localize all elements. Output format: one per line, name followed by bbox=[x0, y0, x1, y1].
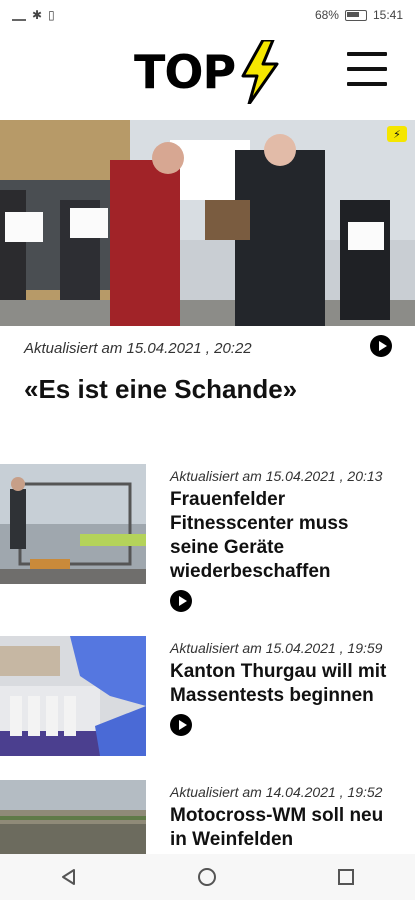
status-bar: ✱ ▯ 68% 15:41 bbox=[0, 0, 415, 30]
article-title[interactable]: Motocross-WM soll neu in Weinfelden bbox=[170, 804, 400, 852]
logo-text: TOP bbox=[134, 45, 236, 99]
article-item[interactable]: Aktualisiert am 15.04.2021 , 19:59 Kanto… bbox=[0, 636, 415, 766]
article-item[interactable]: Aktualisiert am 15.04.2021 , 20:13 Fraue… bbox=[0, 464, 415, 612]
article-timestamp: Aktualisiert am 15.04.2021 , 20:13 bbox=[170, 468, 383, 484]
hamburger-menu-icon[interactable] bbox=[347, 52, 387, 86]
article-thumbnail[interactable] bbox=[0, 780, 146, 854]
system-nav-bar bbox=[0, 854, 415, 900]
hero-image[interactable] bbox=[0, 120, 415, 326]
vibrate-icon: ▯ bbox=[48, 8, 55, 22]
home-circle-icon[interactable] bbox=[187, 857, 227, 897]
hero-title[interactable]: «Es ist eine Schande» bbox=[24, 374, 297, 405]
battery-icon bbox=[344, 9, 367, 21]
bluetooth-icon: ✱ bbox=[32, 8, 43, 22]
article-title[interactable]: Frauenfelder Fitnesscenter muss seine Ge… bbox=[170, 488, 400, 584]
article-title[interactable]: Kanton Thurgau will mit Massentests begi… bbox=[170, 660, 400, 708]
logo[interactable]: TOP bbox=[134, 40, 281, 104]
battery-percent: 68% bbox=[314, 8, 339, 22]
play-icon[interactable] bbox=[170, 714, 192, 736]
article-timestamp: Aktualisiert am 14.04.2021 , 19:52 bbox=[170, 784, 383, 800]
status-icons-right: 68% 15:41 bbox=[315, 8, 403, 22]
recents-square-icon[interactable] bbox=[326, 857, 366, 897]
status-icons-left: ✱ ▯ bbox=[12, 8, 55, 22]
article-item[interactable]: Aktualisiert am 14.04.2021 , 19:52 Motoc… bbox=[0, 780, 415, 860]
hero-timestamp: Aktualisiert am 15.04.2021 , 20:22 bbox=[24, 340, 252, 357]
hero-photo bbox=[0, 120, 415, 326]
clock: 15:41 bbox=[372, 8, 403, 22]
hero-play-icon[interactable] bbox=[370, 335, 392, 357]
app-header: TOP bbox=[0, 30, 415, 120]
lightning-badge-icon: ⚡ bbox=[387, 126, 407, 142]
play-icon[interactable] bbox=[170, 590, 192, 612]
article-thumbnail[interactable] bbox=[0, 464, 146, 584]
lightning-bolt-icon bbox=[241, 40, 279, 104]
article-timestamp: Aktualisiert am 15.04.2021 , 19:59 bbox=[170, 640, 383, 656]
back-triangle-icon[interactable] bbox=[49, 857, 89, 897]
signal-icon bbox=[12, 9, 26, 21]
article-thumbnail[interactable] bbox=[0, 636, 146, 756]
